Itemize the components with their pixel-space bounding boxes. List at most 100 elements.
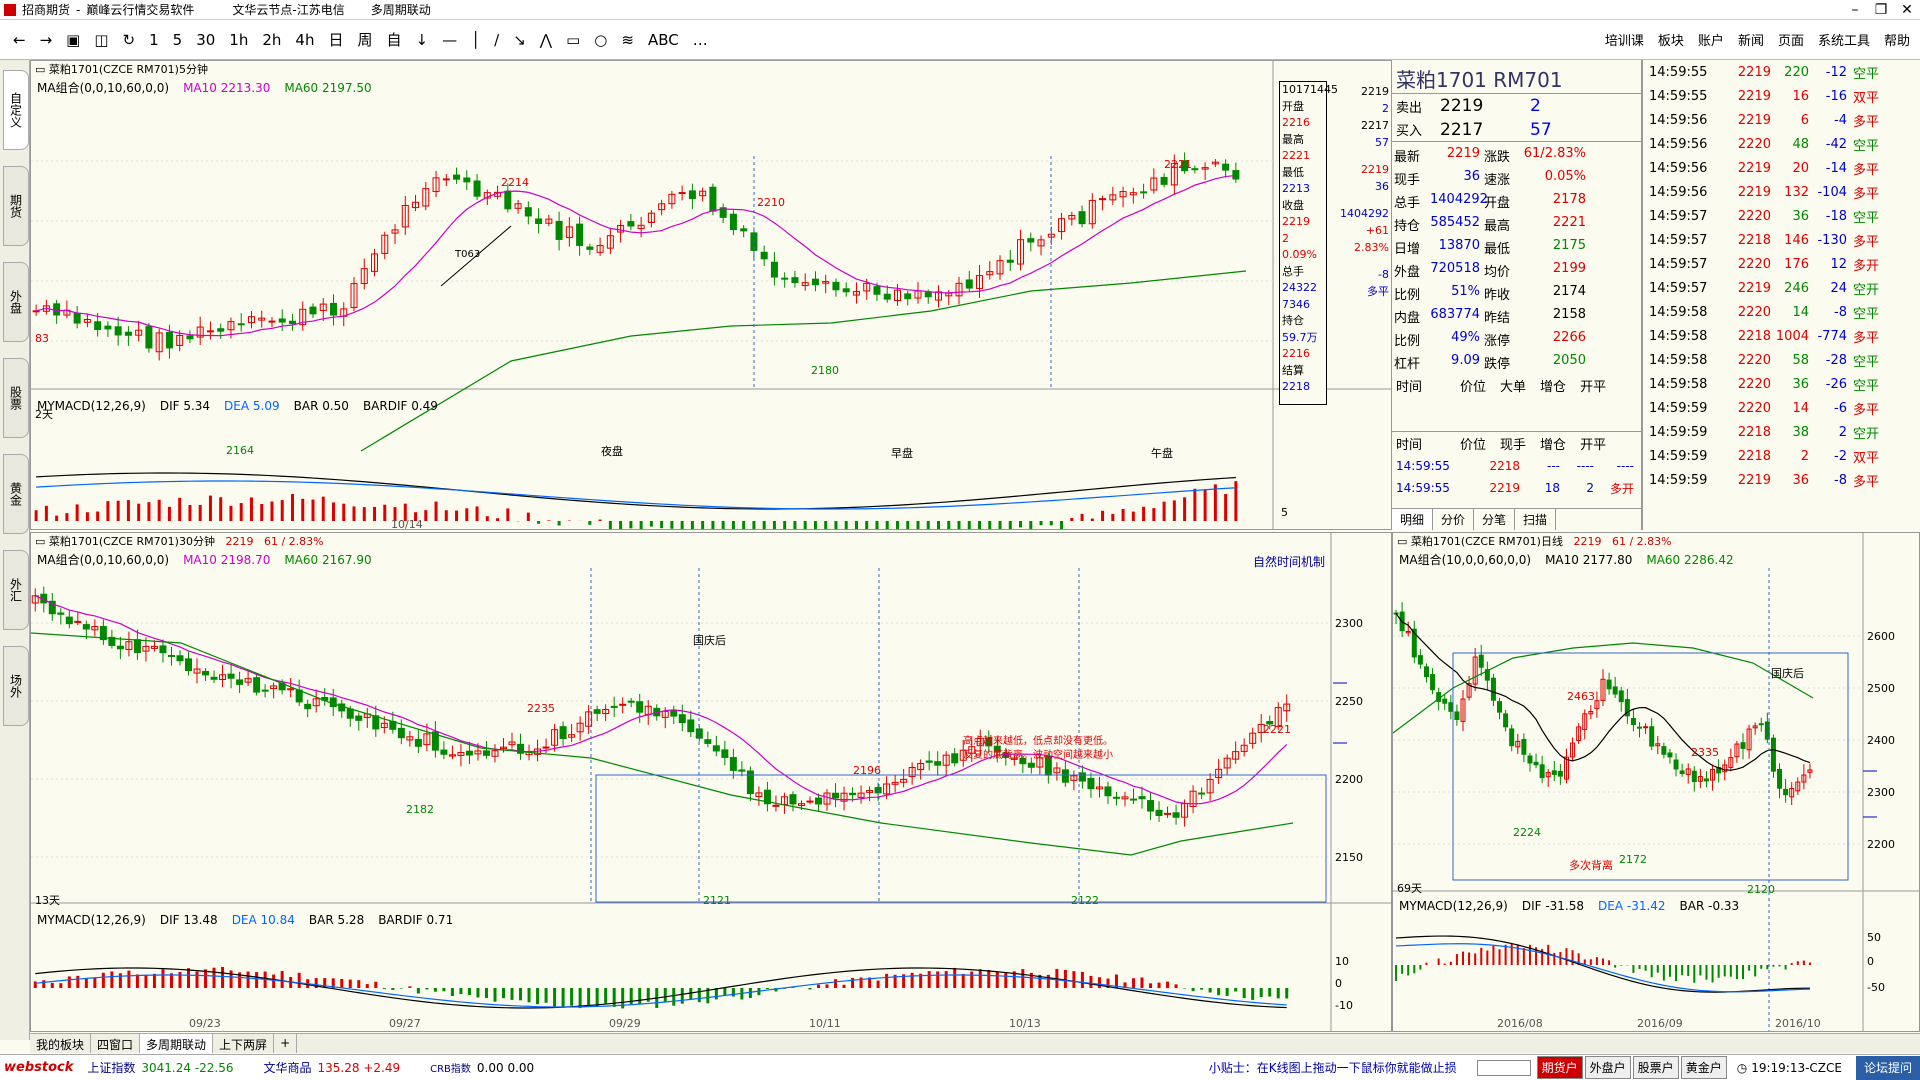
toolbar-btn-20[interactable]: ▭	[559, 20, 587, 60]
tick-list[interactable]: 14:59:55 2219 220 -12 空平 14:59:55 2219 16 -16 双平 1…	[1642, 60, 1920, 530]
toolbar-btn-10[interactable]: 4h	[288, 20, 321, 60]
side-val-2: 2217	[1361, 119, 1389, 132]
quote-value-2: 1404292	[1430, 192, 1488, 207]
bottom-tab-4[interactable]: +	[274, 1034, 298, 1053]
p2-candle-body	[116, 645, 124, 650]
toolbar-menu-2[interactable]: 账户	[1698, 30, 1724, 49]
p1-candle-body	[678, 192, 686, 195]
p1-candle-body	[904, 293, 912, 300]
forum-button[interactable]: 论坛提问	[1855, 1055, 1920, 1080]
toolbar-menu-5[interactable]: 系统工具	[1818, 30, 1870, 49]
left-tab-3[interactable]: 股票	[3, 358, 29, 438]
p1-trendline	[440, 225, 512, 287]
left-tab-0[interactable]: 自定义	[3, 70, 29, 150]
toolbar-btn-21[interactable]: ○	[587, 20, 614, 60]
close-icon[interactable]: ✕	[1894, 1, 1920, 19]
account-btn-0[interactable]: 期货户	[1536, 1056, 1583, 1079]
tick-cell: 2220	[1737, 376, 1771, 392]
tick-cell: -6	[1834, 400, 1847, 416]
toolbar-btn-2[interactable]: ▣	[59, 20, 87, 60]
mode-menu[interactable]: 多周期联动	[371, 1, 431, 18]
toolbar-btn-8[interactable]: 1h	[222, 20, 255, 60]
toolbar-btn-16[interactable]: │	[464, 20, 487, 60]
p3-candle-body	[1606, 679, 1612, 690]
left-tab-2[interactable]: 外盘	[3, 262, 29, 342]
p2-candle-body	[806, 800, 814, 803]
toolbar-btn-14[interactable]: ↓	[409, 20, 436, 60]
toolbar-btn-18[interactable]: ↘	[506, 20, 533, 60]
index2-label[interactable]: 文华商品	[264, 1059, 312, 1076]
toolbar-btn-24[interactable]: …	[686, 20, 715, 60]
toolbar-btn-15[interactable]: —	[435, 20, 464, 60]
toolbar-menu-6[interactable]: 帮助	[1884, 30, 1910, 49]
toolbar-btn-19[interactable]: ⋀	[533, 20, 559, 60]
quote-tab-0[interactable]: 明细	[1392, 509, 1434, 530]
account-btn-3[interactable]: 黄金户	[1680, 1056, 1727, 1079]
left-tab-6[interactable]: 场外	[3, 646, 29, 726]
toolbar-btn-11[interactable]: 日	[321, 20, 350, 60]
toolbar-btn-3[interactable]: ◫	[87, 20, 115, 60]
tick-cell: 146	[1784, 232, 1809, 248]
tick-cell: 多平	[1853, 330, 1880, 346]
p2-macd-t0: 0	[1335, 977, 1342, 990]
status-input[interactable]	[1476, 1059, 1531, 1076]
buy-row[interactable]: 买入 2217 57	[1392, 118, 1641, 142]
p3-label-days: 69天	[1397, 882, 1422, 895]
p2-ytick-3: 2150	[1335, 851, 1363, 864]
chart-daily[interactable]: ▭ 菜粕1701(CZCE RM701)日线 2219 61 / 2.83% M…	[1392, 532, 1920, 1032]
tick-cell: 空开	[1853, 426, 1880, 442]
toolbar-btn-0[interactable]: ←	[6, 20, 33, 60]
quote-value2-3: 2221	[1552, 215, 1586, 230]
index1-label[interactable]: 上证指数	[87, 1059, 135, 1076]
account-btn-2[interactable]: 股票户	[1632, 1056, 1679, 1079]
p2-candle-body	[372, 715, 380, 730]
toolbar-menu-3[interactable]: 新闻	[1738, 30, 1764, 49]
tick-cell: -4	[1834, 112, 1847, 128]
toolbar-btn-7[interactable]: 30	[189, 20, 222, 60]
bottom-tab-0[interactable]: 我的板块	[30, 1034, 92, 1053]
toolbar-btn-4[interactable]: ↻	[116, 20, 143, 60]
node-menu[interactable]: 文华云节点-江苏电信	[232, 1, 344, 18]
app-logo-icon	[4, 3, 16, 16]
quote-tab-3[interactable]: 扫描	[1515, 509, 1557, 530]
toolbar-btn-13[interactable]: 自	[380, 20, 409, 60]
quote-value-6: 51%	[1451, 284, 1480, 299]
index3-label[interactable]: CRB指数	[430, 1060, 471, 1075]
account-btn-1[interactable]: 外盘户	[1584, 1056, 1631, 1079]
left-tab-5[interactable]: 外汇	[3, 550, 29, 630]
quote-label-7: 内盘	[1394, 311, 1421, 326]
tick-row: 14:59:56 2219 20 -14 多平	[1643, 156, 1920, 180]
maximize-icon[interactable]: ❐	[1868, 1, 1894, 19]
toolbar-btn-6[interactable]: 5	[166, 20, 190, 60]
left-tab-1[interactable]: 期货	[3, 166, 29, 246]
p2-candle-body	[687, 719, 695, 733]
toolbar-btn-22[interactable]: ≋	[614, 20, 641, 60]
toolbar-menu-1[interactable]: 板块	[1658, 30, 1684, 49]
left-tab-4[interactable]: 黄金	[3, 454, 29, 534]
toolbar-menu-4[interactable]: 页面	[1778, 30, 1804, 49]
bottom-tab-2[interactable]: 多周期联动	[140, 1034, 214, 1053]
minimize-icon[interactable]: –	[1842, 1, 1868, 19]
p2-candle-body	[1087, 778, 1095, 790]
toolbar-btn-5[interactable]: 1	[142, 20, 166, 60]
quote-tab-2[interactable]: 分笔	[1474, 509, 1516, 530]
chart-30min[interactable]: ▭ 菜粕1701(CZCE RM701)30分钟 2219 61 / 2.83%…	[30, 532, 1392, 1032]
toolbar-btn-1[interactable]: →	[33, 20, 60, 60]
p3-label-b: 2224	[1513, 826, 1541, 839]
tick-cell: 2220	[1737, 400, 1771, 416]
toolbar-btn-23[interactable]: ABC	[641, 20, 686, 60]
bottom-tab-3[interactable]: 上下两屏	[213, 1034, 275, 1053]
toolbar-btn-12[interactable]: 周	[351, 20, 380, 60]
chart-5min[interactable]: ▭ 菜粕1701(CZCE RM701)5分钟 MA组合(0,0,10,60,0…	[30, 60, 1392, 530]
tick-cell: -104	[1817, 184, 1847, 200]
tick-cell: -42	[1825, 136, 1847, 152]
p3-candle-body	[1777, 768, 1783, 789]
toolbar-btn-9[interactable]: 2h	[255, 20, 288, 60]
toolbar-btn-17[interactable]: ∕	[487, 20, 506, 60]
bottom-tab-1[interactable]: 四窗口	[91, 1034, 141, 1053]
p2-date-0: 09/23	[189, 1017, 221, 1030]
quote-tab-1[interactable]: 分价	[1433, 509, 1475, 530]
sell-row[interactable]: 卖出 2219 2	[1392, 94, 1641, 118]
toolbar-menu-0[interactable]: 培训课	[1605, 30, 1644, 49]
quote-label-6: 比例	[1394, 288, 1421, 303]
